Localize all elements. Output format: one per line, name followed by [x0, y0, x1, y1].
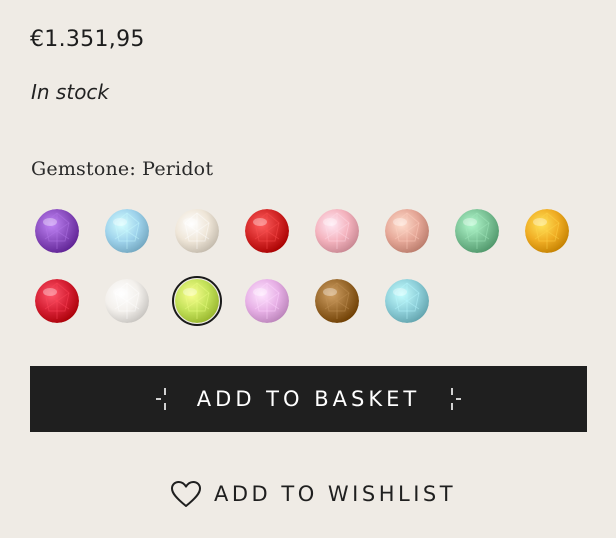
- gemstone-swatch-moonstone[interactable]: [175, 209, 219, 253]
- add-to-wishlist-link[interactable]: ADD TO WISHLIST: [170, 478, 456, 510]
- heart-icon: [171, 481, 201, 507]
- add-to-basket-label: ADD TO BASKET: [196, 387, 421, 411]
- product-price: €1.351,95: [30, 27, 145, 52]
- gemstone-swatch-amethyst[interactable]: [35, 209, 79, 253]
- stock-status: In stock: [31, 80, 110, 104]
- gemstone-swatch-peridot[interactable]: [175, 279, 219, 323]
- add-to-basket-button[interactable]: ADD TO BASKET: [30, 366, 587, 432]
- gemstone-swatch-rhodochrosite[interactable]: [385, 209, 429, 253]
- gemstone-swatch-smoky-quartz[interactable]: [315, 279, 359, 323]
- add-to-wishlist-label: ADD TO WISHLIST: [214, 482, 457, 506]
- gemstone-swatch-rose-quartz[interactable]: [315, 209, 359, 253]
- gemstone-swatch-amazonite[interactable]: [385, 279, 429, 323]
- gemstone-label: Gemstone: Peridot: [31, 158, 214, 180]
- sparkle-icon: [451, 388, 462, 410]
- gemstone-swatch-citrine[interactable]: [525, 209, 569, 253]
- gemstone-swatch-pearl[interactable]: [105, 279, 149, 323]
- gemstone-swatch-coral[interactable]: [245, 209, 289, 253]
- gemstone-swatch-ruby[interactable]: [35, 279, 79, 323]
- sparkle-icon: [155, 388, 166, 410]
- gemstone-swatch-aventurine[interactable]: [455, 209, 499, 253]
- gemstone-swatch-pink-sapphire[interactable]: [245, 279, 289, 323]
- gemstone-swatch-blue-topaz[interactable]: [105, 209, 149, 253]
